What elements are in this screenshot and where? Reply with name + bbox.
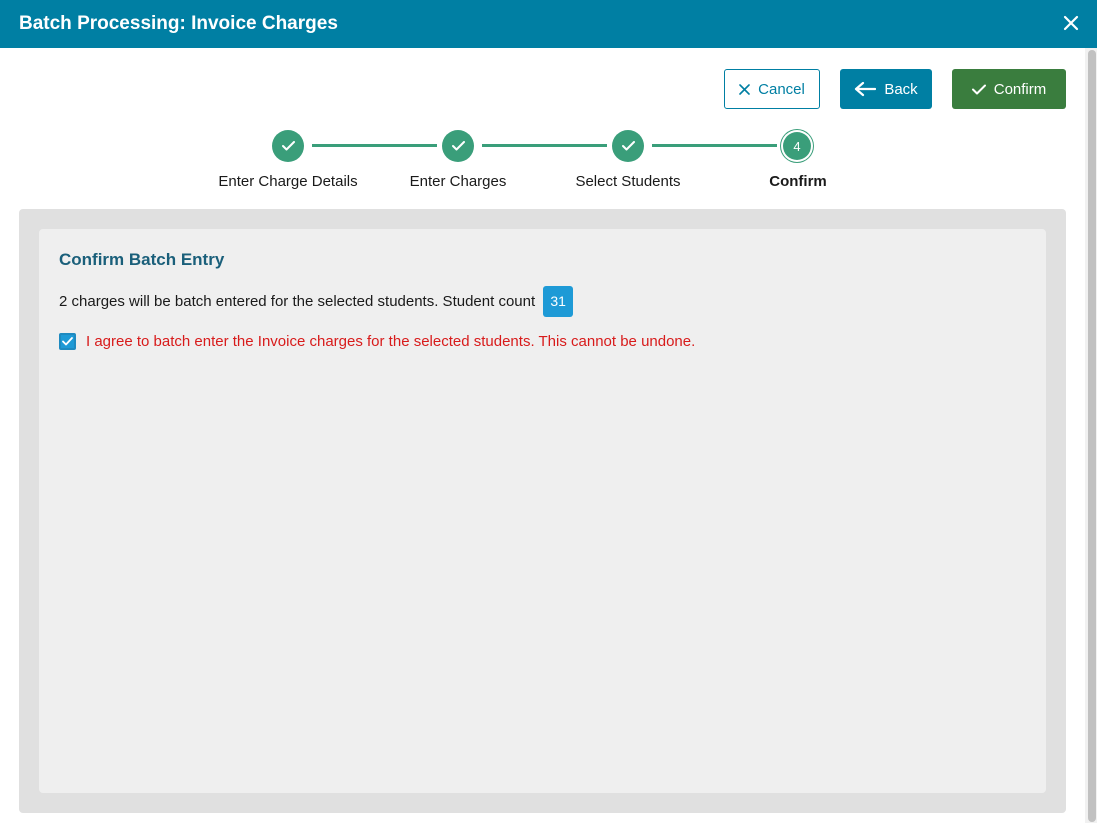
section-title: Confirm Batch Entry — [59, 250, 225, 269]
step-label-confirm: Confirm — [769, 173, 827, 190]
step-label-enter-charges: Enter Charges — [409, 173, 507, 190]
back-button[interactable]: Back — [840, 69, 932, 109]
check-icon — [971, 84, 986, 94]
back-button-label: Back — [884, 80, 918, 98]
check-icon — [621, 141, 635, 151]
student-count-badge: 31 — [543, 285, 574, 317]
title-bar: Batch Processing: Invoice Charges — [0, 0, 1097, 48]
cancel-button[interactable]: Cancel — [724, 69, 820, 109]
check-icon — [451, 141, 465, 151]
step-4-current: 4 — [783, 132, 811, 160]
step-label-select-students: Select Students — [575, 173, 681, 190]
check-icon — [281, 141, 295, 151]
confirm-button-label: Confirm — [993, 80, 1047, 98]
step-number: 4 — [793, 138, 801, 154]
batch-summary: 2 charges will be batch entered for the … — [59, 285, 574, 317]
step-label-enter-charge-details: Enter Charge Details — [218, 173, 358, 190]
step-connector — [482, 144, 607, 147]
check-icon — [62, 336, 73, 345]
step-2-complete — [442, 130, 474, 162]
progress-stepper: 4 Enter Charge Details Enter Charges Sel… — [0, 128, 1085, 198]
scrollbar-thumb[interactable] — [1088, 50, 1096, 822]
dialog-title: Batch Processing: Invoice Charges — [19, 13, 338, 34]
arrow-left-icon — [855, 81, 877, 97]
step-1-complete — [272, 130, 304, 162]
agree-checkbox[interactable] — [59, 332, 76, 350]
agree-label: I agree to batch enter the Invoice charg… — [86, 332, 696, 350]
agree-row: I agree to batch enter the Invoice charg… — [59, 331, 695, 351]
close-button[interactable] — [1057, 9, 1085, 37]
step-3-complete — [612, 130, 644, 162]
batch-processing-dialog: Batch Processing: Invoice Charges Cancel… — [0, 0, 1097, 823]
summary-text: 2 charges will be batch entered for the … — [59, 292, 536, 310]
confirm-button[interactable]: Confirm — [952, 69, 1066, 109]
cancel-button-label: Cancel — [758, 80, 805, 98]
close-icon — [739, 83, 750, 95]
close-icon — [1063, 15, 1079, 31]
step-connector — [312, 144, 437, 147]
step-connector — [652, 144, 777, 147]
